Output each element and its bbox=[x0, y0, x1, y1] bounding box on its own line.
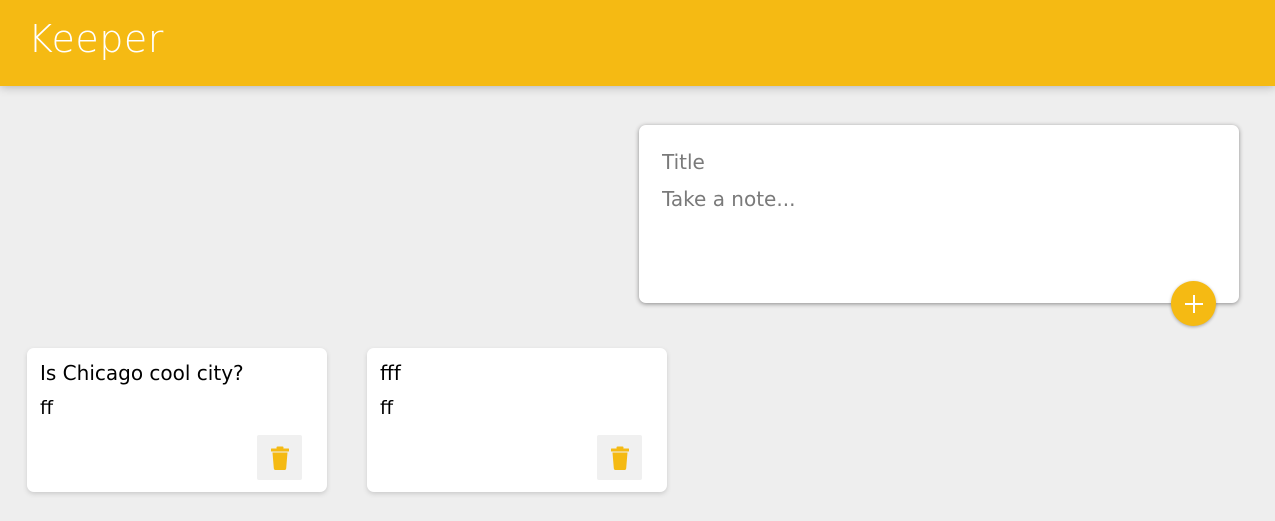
note-title: Is Chicago cool city? bbox=[40, 361, 244, 385]
trash-icon bbox=[257, 435, 302, 480]
note-content: ff bbox=[380, 397, 394, 419]
note-title-input[interactable] bbox=[662, 147, 1212, 177]
note-content: ff bbox=[40, 397, 54, 419]
note-content-input[interactable] bbox=[662, 185, 1212, 275]
app-header: Keeper bbox=[0, 0, 1275, 86]
note-title: fff bbox=[380, 361, 401, 385]
note-card: Is Chicago cool city? ff bbox=[27, 348, 327, 492]
add-note-button[interactable] bbox=[1171, 281, 1216, 326]
app-title: Keeper bbox=[28, 17, 164, 61]
create-note-form bbox=[639, 125, 1239, 303]
plus-icon bbox=[1171, 281, 1216, 326]
delete-note-button[interactable] bbox=[257, 435, 302, 480]
trash-icon bbox=[597, 435, 642, 480]
note-card: fff ff bbox=[367, 348, 667, 492]
delete-note-button[interactable] bbox=[597, 435, 642, 480]
